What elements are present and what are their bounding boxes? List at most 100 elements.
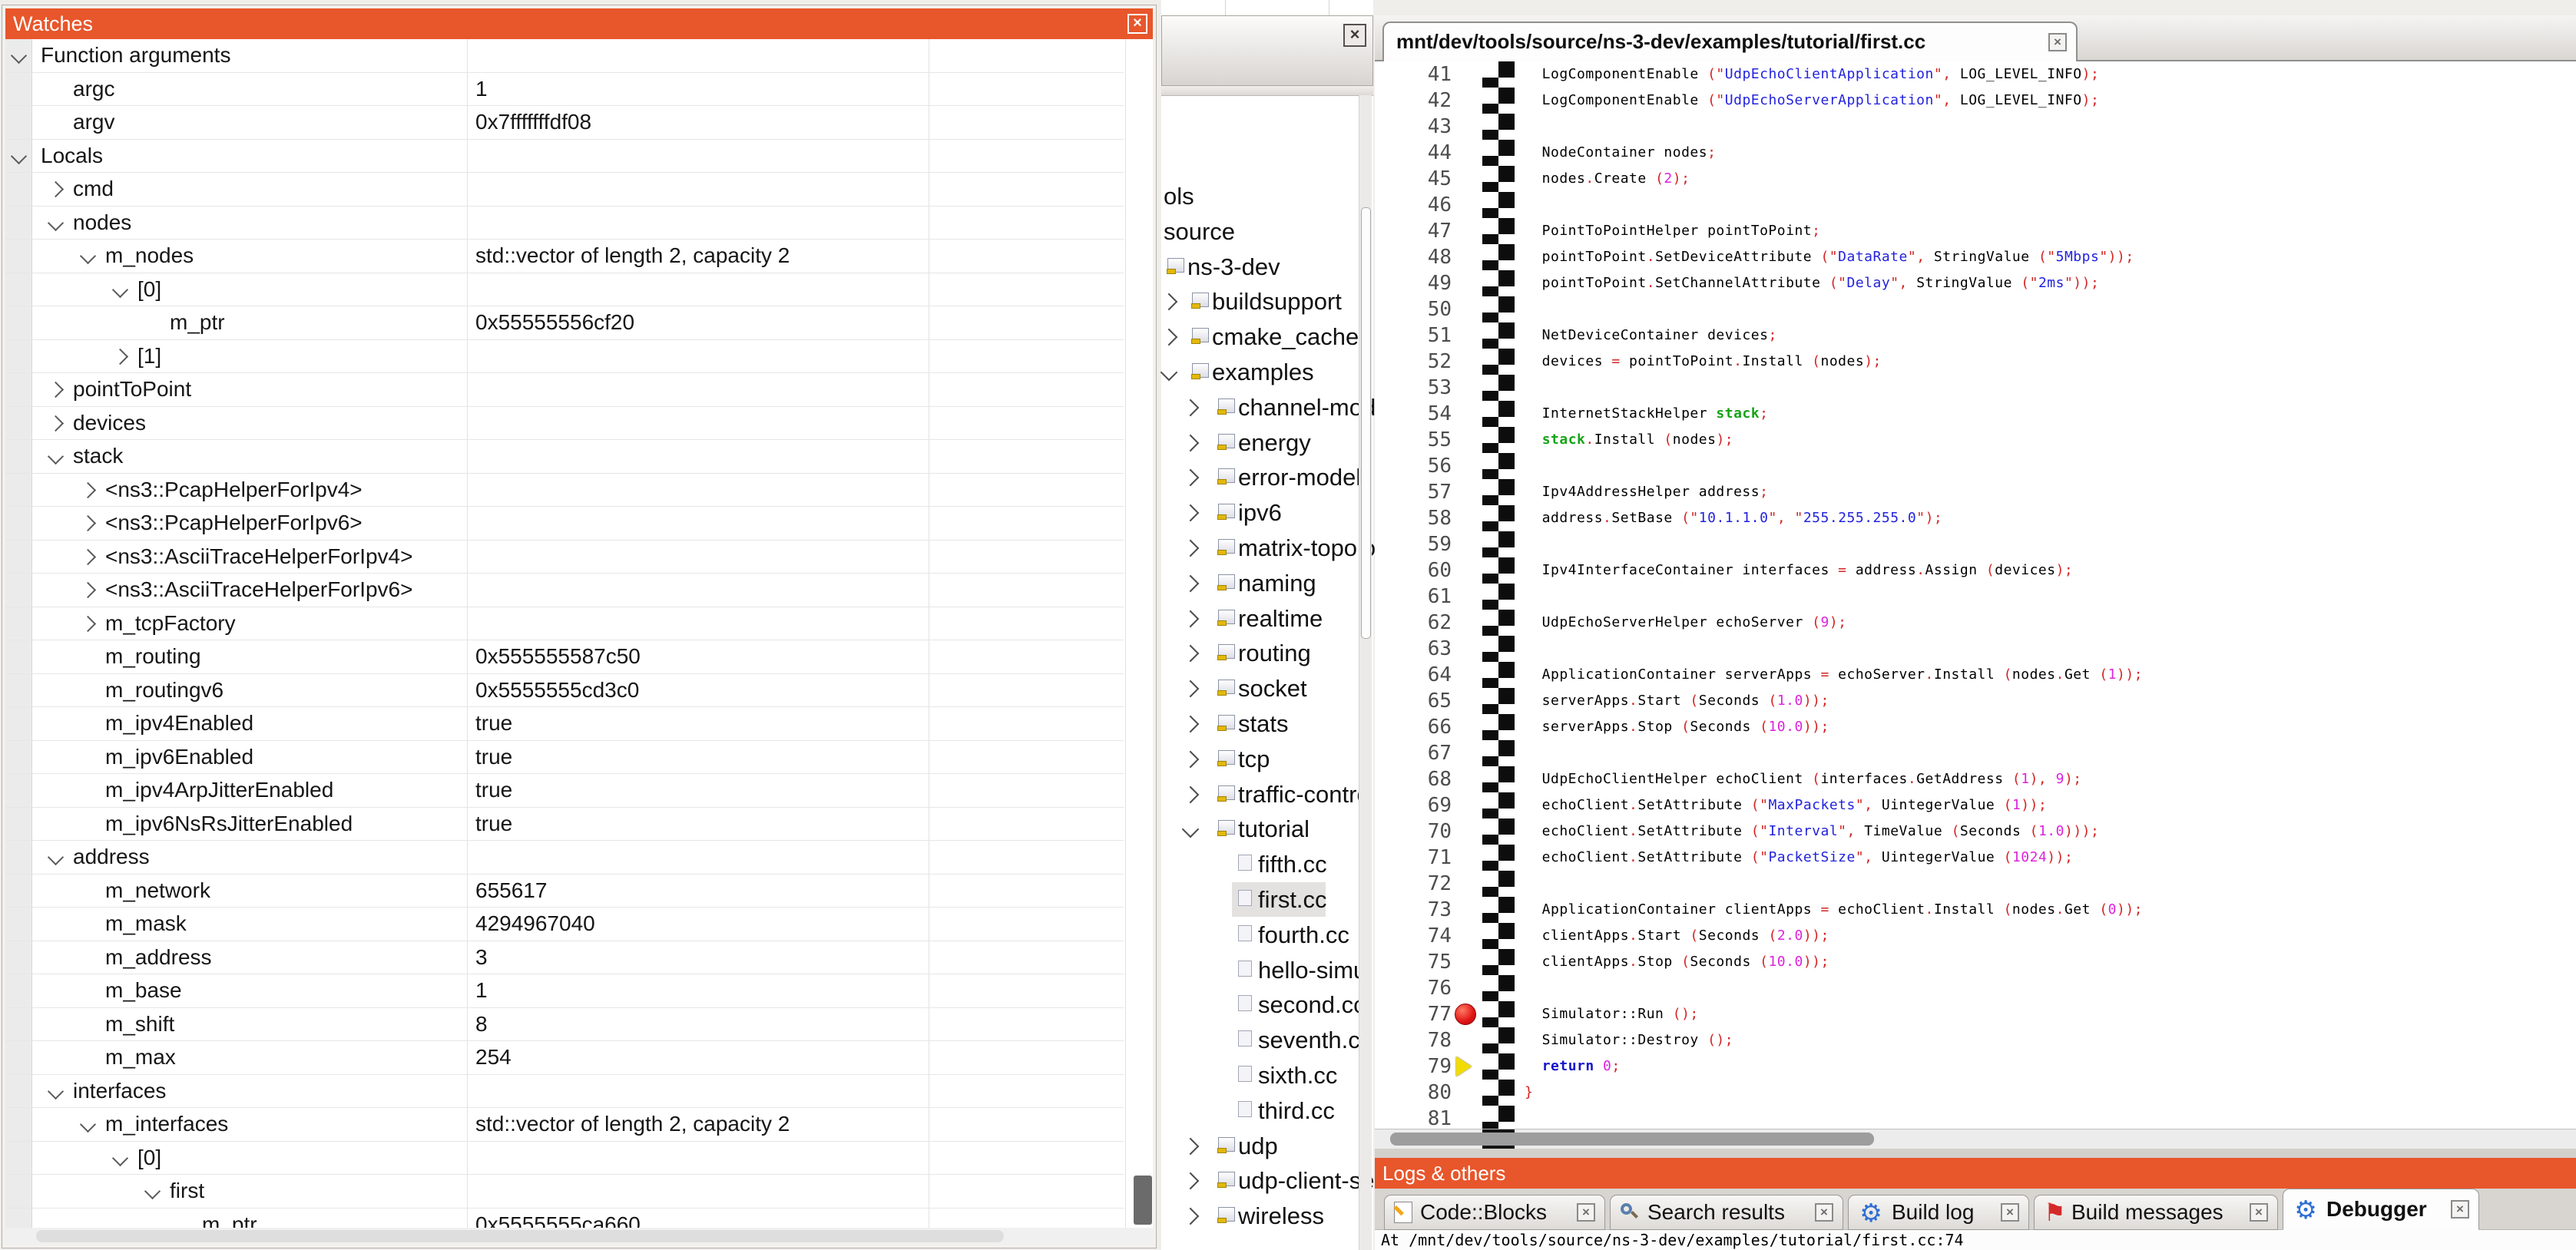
chevron-right-icon[interactable] bbox=[1184, 718, 1197, 734]
tree-item-seventh-cc[interactable]: seventh.cc bbox=[1161, 1023, 1373, 1058]
watch-row[interactable]: m_shift8 bbox=[5, 1008, 1124, 1042]
code-line-76[interactable]: 76 bbox=[1375, 975, 2576, 1001]
chevron-right-icon[interactable] bbox=[1184, 1210, 1197, 1226]
tree-item-traffic-contro[interactable]: traffic-contro bbox=[1161, 777, 1373, 812]
line-number[interactable]: 50 bbox=[1375, 296, 1452, 322]
line-number[interactable]: 55 bbox=[1375, 427, 1452, 453]
code-line-46[interactable]: 46 bbox=[1375, 192, 2576, 218]
tree-item-udp[interactable]: udp bbox=[1161, 1129, 1373, 1164]
watch-row[interactable]: m_interfacesstd::vector of length 2, cap… bbox=[5, 1108, 1124, 1142]
code-line-74[interactable]: 74 clientApps.Start (Seconds (2.0)); bbox=[1375, 923, 2576, 949]
chevron-right-icon[interactable] bbox=[80, 582, 96, 598]
line-number[interactable]: 74 bbox=[1375, 923, 1452, 949]
project-tree-scrollbar[interactable] bbox=[1359, 95, 1372, 1250]
code-line-58[interactable]: 58 address.SetBase ("10.1.1.0", "255.255… bbox=[1375, 505, 2576, 531]
chevron-right-icon[interactable] bbox=[1184, 507, 1197, 523]
chevron-down-icon[interactable] bbox=[11, 147, 27, 164]
tree-item-ns-3-dev[interactable]: ns-3-dev bbox=[1161, 250, 1373, 285]
tree-item-ols[interactable]: ols bbox=[1161, 179, 1373, 214]
chevron-right-icon[interactable] bbox=[1163, 296, 1175, 312]
chevron-down-icon[interactable] bbox=[80, 1116, 96, 1133]
tree-item-socket[interactable]: socket bbox=[1161, 671, 1373, 706]
tree-item-routing[interactable]: routing bbox=[1161, 636, 1373, 671]
chevron-down-icon[interactable] bbox=[48, 448, 64, 465]
tree-item-tcp[interactable]: tcp bbox=[1161, 742, 1373, 777]
breakpoint-margin[interactable] bbox=[1482, 897, 1515, 923]
code-line-63[interactable]: 63 bbox=[1375, 636, 2576, 662]
watch-row[interactable]: argv0x7fffffffdf08 bbox=[5, 106, 1124, 140]
line-number[interactable]: 58 bbox=[1375, 505, 1452, 531]
logs-panel-titlebar[interactable]: Logs & others bbox=[1375, 1158, 2576, 1189]
breakpoint-margin[interactable] bbox=[1482, 1053, 1515, 1080]
line-number[interactable]: 73 bbox=[1375, 897, 1452, 923]
breakpoint-margin[interactable] bbox=[1482, 557, 1515, 584]
watches-vertical-scrollbar-thumb[interactable] bbox=[1134, 1176, 1152, 1225]
code-line-75[interactable]: 75 clientApps.Stop (Seconds (10.0)); bbox=[1375, 949, 2576, 975]
code-line-55[interactable]: 55 stack.Install (nodes); bbox=[1375, 427, 2576, 453]
watches-horizontal-scrollbar-thumb[interactable] bbox=[36, 1230, 1004, 1242]
chevron-right-icon[interactable] bbox=[48, 415, 64, 431]
line-number[interactable]: 47 bbox=[1375, 218, 1452, 244]
breakpoint-margin[interactable] bbox=[1482, 688, 1515, 714]
tree-item-wireless[interactable]: wireless bbox=[1161, 1199, 1373, 1234]
code-line-81[interactable]: 81 bbox=[1375, 1106, 2576, 1129]
tree-item-source[interactable]: source bbox=[1161, 214, 1373, 250]
line-number[interactable]: 68 bbox=[1375, 766, 1452, 792]
close-icon[interactable]: × bbox=[2250, 1203, 2268, 1222]
line-number[interactable]: 43 bbox=[1375, 114, 1452, 140]
chevron-right-icon[interactable] bbox=[1184, 1175, 1197, 1191]
line-number[interactable]: 44 bbox=[1375, 140, 1452, 166]
chevron-right-icon[interactable] bbox=[1184, 647, 1197, 663]
breakpoint-margin[interactable] bbox=[1482, 114, 1515, 140]
code-line-72[interactable]: 72 bbox=[1375, 871, 2576, 897]
chevron-down-icon[interactable] bbox=[48, 1083, 64, 1099]
tree-item-matrix-topolo[interactable]: matrix-topolo bbox=[1161, 531, 1373, 566]
logs-tab-search-results[interactable]: Search results× bbox=[1610, 1195, 1843, 1230]
tree-item-realtime[interactable]: realtime bbox=[1161, 601, 1373, 637]
watch-row[interactable]: cmd bbox=[5, 173, 1124, 207]
code-line-50[interactable]: 50 bbox=[1375, 296, 2576, 322]
code-line-56[interactable]: 56 bbox=[1375, 453, 2576, 479]
line-number[interactable]: 77 bbox=[1375, 1001, 1452, 1027]
line-number[interactable]: 53 bbox=[1375, 375, 1452, 401]
tree-item-fifth-cc[interactable]: fifth.cc bbox=[1161, 847, 1373, 882]
tree-item-stats[interactable]: stats bbox=[1161, 706, 1373, 742]
line-number[interactable]: 71 bbox=[1375, 845, 1452, 871]
line-number[interactable]: 72 bbox=[1375, 871, 1452, 897]
breakpoint-margin[interactable] bbox=[1482, 818, 1515, 845]
code-line-71[interactable]: 71 echoClient.SetAttribute ("PacketSize"… bbox=[1375, 845, 2576, 871]
line-number[interactable]: 78 bbox=[1375, 1027, 1452, 1053]
line-number[interactable]: 56 bbox=[1375, 453, 1452, 479]
code-line-73[interactable]: 73 ApplicationContainer clientApps = ech… bbox=[1375, 897, 2576, 923]
watch-row[interactable]: m_routingv60x5555555cd3c0 bbox=[5, 674, 1124, 708]
watches-titlebar[interactable]: Watches × bbox=[5, 8, 1153, 39]
breakpoint-margin[interactable] bbox=[1482, 1080, 1515, 1106]
tree-item-first-cc[interactable]: first.cc bbox=[1161, 882, 1373, 918]
line-number[interactable]: 46 bbox=[1375, 192, 1452, 218]
tree-item-ipv6[interactable]: ipv6 bbox=[1161, 495, 1373, 531]
logs-tab-build-log[interactable]: ⚙Build log× bbox=[1848, 1195, 2029, 1230]
breakpoint-margin[interactable] bbox=[1482, 871, 1515, 897]
line-number[interactable]: 62 bbox=[1375, 610, 1452, 636]
line-number[interactable]: 65 bbox=[1375, 688, 1452, 714]
breakpoint-margin[interactable] bbox=[1482, 401, 1515, 427]
editor-horizontal-scrollbar-thumb[interactable] bbox=[1390, 1133, 1874, 1146]
line-number[interactable]: 66 bbox=[1375, 714, 1452, 740]
breakpoint-margin[interactable] bbox=[1482, 479, 1515, 505]
code-line-44[interactable]: 44 NodeContainer nodes; bbox=[1375, 140, 2576, 166]
line-number[interactable]: 63 bbox=[1375, 636, 1452, 662]
close-icon[interactable]: × bbox=[1127, 14, 1147, 34]
code-line-51[interactable]: 51 NetDeviceContainer devices; bbox=[1375, 322, 2576, 349]
breakpoint-margin[interactable] bbox=[1482, 792, 1515, 818]
watch-row[interactable]: [0] bbox=[5, 273, 1124, 307]
code-line-57[interactable]: 57 Ipv4AddressHelper address; bbox=[1375, 479, 2576, 505]
chevron-right-icon[interactable] bbox=[1184, 542, 1197, 558]
logs-tab-build-messages[interactable]: ⚑Build messages× bbox=[2034, 1195, 2278, 1230]
close-icon[interactable]: × bbox=[2048, 33, 2067, 51]
line-number[interactable]: 61 bbox=[1375, 584, 1452, 610]
line-number[interactable]: 80 bbox=[1375, 1080, 1452, 1106]
code-line-67[interactable]: 67 bbox=[1375, 740, 2576, 766]
code-line-69[interactable]: 69 echoClient.SetAttribute ("MaxPackets"… bbox=[1375, 792, 2576, 818]
chevron-right-icon[interactable] bbox=[1184, 471, 1197, 488]
chevron-right-icon[interactable] bbox=[1184, 789, 1197, 805]
